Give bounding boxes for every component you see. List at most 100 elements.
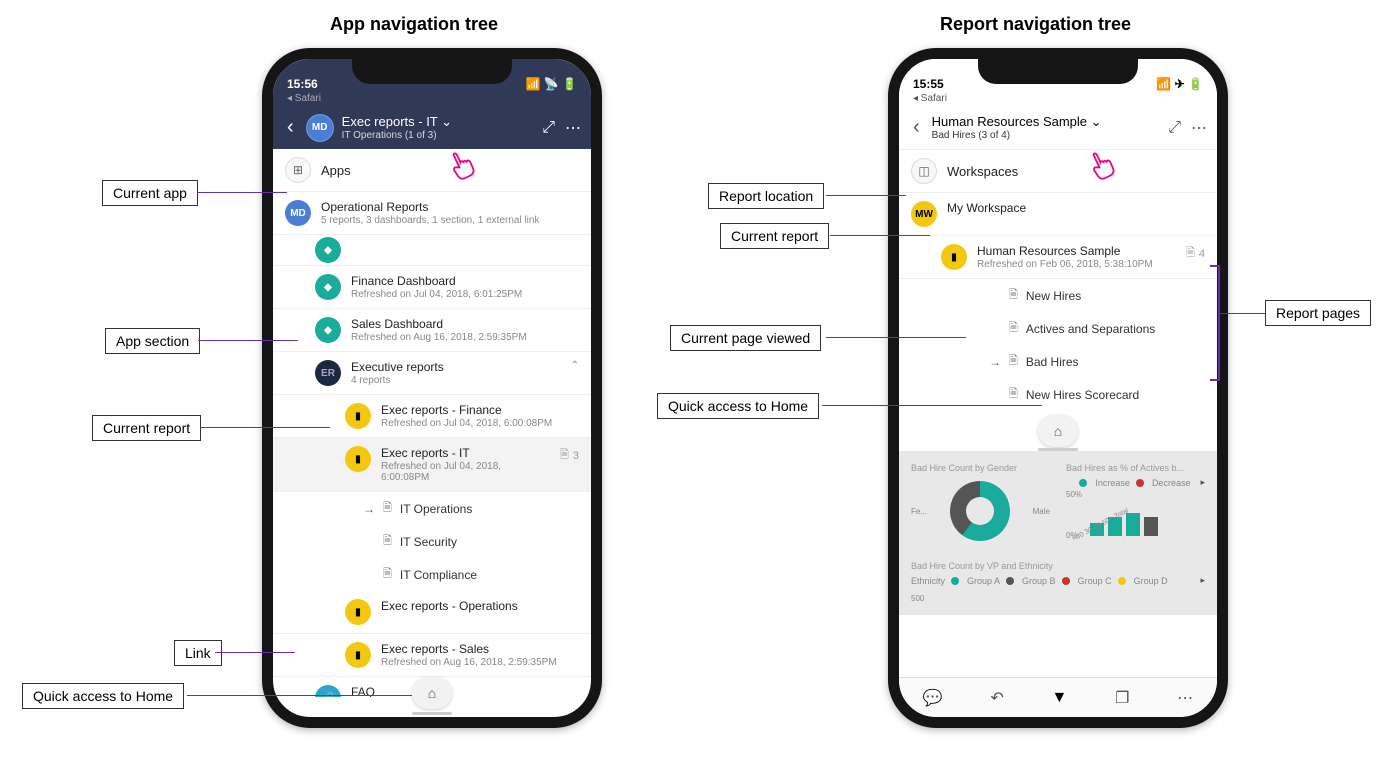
item-title: Sales Dashboard: [351, 317, 579, 331]
undo-icon[interactable]: ↶: [990, 688, 1003, 708]
expand-icon[interactable]: ⤢: [1168, 119, 1181, 137]
drag-handle[interactable]: [412, 712, 452, 715]
chevron-right-icon[interactable]: ▸: [1200, 477, 1205, 488]
chevron-up-icon[interactable]: ⌃: [571, 360, 579, 371]
phone-app-nav: 15:56 📶 📡 🔋 ◂ Safari ‹ MD Exec reports -…: [262, 48, 602, 728]
donut-chart: [950, 481, 1010, 541]
report-sub: Refreshed on Feb 06, 2018, 5:38:10PM: [977, 259, 1176, 270]
dashboard-icon: ◆: [315, 237, 341, 263]
legend-item: Group A: [967, 576, 1000, 586]
dashboard-icon: ◆: [315, 274, 341, 300]
callout-bracket: [1210, 265, 1220, 381]
page-it-security[interactable]: → 🗎 IT Security: [273, 525, 591, 558]
page-label: New Hires Scorecard: [1026, 388, 1139, 402]
page-new-hires-scorecard[interactable]: →🗎 New Hires Scorecard: [899, 378, 1217, 411]
app-sub: 5 reports, 3 dashboards, 1 section, 1 ex…: [321, 215, 579, 226]
page-icon: 🗎: [1009, 352, 1018, 371]
breadcrumb-safari[interactable]: ◂ Safari: [899, 93, 1217, 106]
list-item-finance-dashboard[interactable]: ◆ Finance Dashboard Refreshed on Jul 04,…: [273, 266, 591, 309]
workspaces-icon: ◫: [911, 158, 937, 184]
list-item-executive-reports[interactable]: ER Executive reports 4 reports ⌃: [273, 352, 591, 395]
report-title: Human Resources Sample: [977, 244, 1176, 258]
report-icon: ▮: [345, 642, 371, 668]
list-item-exec-operations[interactable]: ▮ Exec reports - Operations: [273, 591, 591, 634]
title-app-nav: App navigation tree: [330, 14, 498, 35]
current-report-item[interactable]: ▮ Human Resources Sample Refreshed on Fe…: [899, 236, 1217, 279]
more-icon[interactable]: ⋯: [565, 118, 581, 138]
current-app-item[interactable]: MD Operational Reports 5 reports, 3 dash…: [273, 192, 591, 235]
header-titles[interactable]: Exec reports - IT ⌄ IT Operations (1 of …: [342, 114, 535, 141]
item-sub: Refreshed on Aug 16, 2018, 2:59:35PM: [351, 332, 579, 343]
chart-title: Bad Hire Count by VP and Ethnicity: [911, 561, 1205, 571]
status-time: 15:56: [287, 77, 318, 91]
legend-item: Group C: [1078, 576, 1112, 586]
page-icon: 🗎: [383, 532, 392, 551]
legend-increase: Increase: [1095, 478, 1130, 488]
item-sub: Refreshed on Jul 04, 2018, 6:01:25PM: [351, 289, 579, 300]
page-actives-separations[interactable]: →🗎 Actives and Separations: [899, 312, 1217, 345]
app-avatar: MD: [285, 200, 311, 226]
callout-report-location: Report location: [708, 183, 824, 209]
filter-icon[interactable]: ▼: [1052, 689, 1068, 707]
list-item-exec-it[interactable]: ▮ Exec reports - IT Refreshed on Jul 04,…: [273, 438, 591, 492]
callout-line: [826, 337, 966, 338]
section-workspaces-label: Workspaces: [947, 164, 1018, 179]
back-button[interactable]: ‹: [283, 112, 298, 143]
list-item-exec-finance[interactable]: ▮ Exec reports - Finance Refreshed on Ju…: [273, 395, 591, 438]
list-item-sales-dashboard[interactable]: ◆ Sales Dashboard Refreshed on Aug 16, 2…: [273, 309, 591, 352]
workspace-item[interactable]: MW My Workspace: [899, 193, 1217, 236]
comment-icon[interactable]: 💬: [923, 688, 943, 708]
back-button[interactable]: ‹: [909, 112, 924, 143]
page-icon: 🗎: [1009, 319, 1018, 338]
page-label: IT Operations: [400, 502, 472, 516]
callout-current-report: Current report: [92, 415, 201, 441]
page-new-hires[interactable]: →🗎 New Hires: [899, 279, 1217, 312]
title-report-nav: Report navigation tree: [940, 14, 1131, 35]
item-title: Exec reports - Operations: [381, 599, 579, 613]
callout-line: [826, 195, 906, 196]
chart-bars: Bad Hires as % of Actives b... Increase …: [1062, 459, 1209, 551]
page-it-compliance[interactable]: → 🗎 IT Compliance: [273, 558, 591, 591]
item-title: Exec reports - Sales: [381, 642, 579, 656]
list-item-exec-sales[interactable]: ▮ Exec reports - Sales Refreshed on Aug …: [273, 634, 591, 677]
phone-notch: [352, 58, 512, 84]
header-titles[interactable]: Human Resources Sample ⌄ Bad Hires (3 of…: [932, 114, 1161, 141]
item-title: Finance Dashboard: [351, 274, 579, 288]
callout-line: [1220, 313, 1265, 314]
chevron-right-icon[interactable]: ▸: [1200, 575, 1205, 586]
nav-tree-list[interactable]: ◫ Workspaces MW My Workspace ▮ Human Res…: [899, 150, 1217, 615]
section-workspaces[interactable]: ◫ Workspaces: [899, 150, 1217, 193]
item-sub: Refreshed on Jul 04, 2018, 6:00:08PM: [381, 418, 579, 429]
callout-report-pages: Report pages: [1265, 300, 1371, 326]
expand-icon[interactable]: ⤢: [542, 119, 555, 137]
report-icon: ▮: [345, 599, 371, 625]
app-title: Operational Reports: [321, 200, 579, 214]
item-sub: Refreshed on Jul 04, 2018, 6:00:08PM: [381, 461, 550, 483]
header: ‹ Human Resources Sample ⌄ Bad Hires (3 …: [899, 106, 1217, 150]
list-item-truncated[interactable]: ◆ ‎: [273, 235, 591, 266]
report-preview: Bad Hire Count by Gender Fe... Male Bad …: [899, 451, 1217, 615]
page-it-operations[interactable]: → 🗎 IT Operations: [273, 492, 591, 525]
home-button[interactable]: ⌂: [412, 677, 452, 709]
section-apps[interactable]: ⊞ Apps: [273, 149, 591, 192]
donut-label-male: Male: [1033, 507, 1050, 516]
home-icon: ⌂: [428, 685, 436, 701]
nav-tree-list[interactable]: ⊞ Apps MD Operational Reports 5 reports,…: [273, 149, 591, 697]
header-title: Exec reports - IT ⌄: [342, 114, 535, 130]
home-button[interactable]: ⌂: [1038, 415, 1078, 447]
page-bad-hires[interactable]: →🗎 Bad Hires: [899, 345, 1217, 378]
donut-label-female: Fe...: [911, 507, 927, 516]
callout-quick-home: Quick access to Home: [657, 393, 819, 419]
page-label: Bad Hires: [1026, 355, 1079, 369]
callout-line: [200, 427, 330, 428]
report-icon: ▮: [345, 446, 371, 472]
callout-line: [187, 695, 412, 696]
more-icon[interactable]: ⋯: [1177, 688, 1193, 708]
breadcrumb-safari[interactable]: ◂ Safari: [273, 93, 591, 106]
item-title: Exec reports - IT: [381, 446, 550, 460]
callout-line: [198, 340, 298, 341]
phone-notch: [978, 58, 1138, 84]
pages-icon[interactable]: ❐: [1115, 688, 1129, 708]
more-icon[interactable]: ⋯: [1191, 118, 1207, 138]
callout-line: [822, 405, 1042, 406]
